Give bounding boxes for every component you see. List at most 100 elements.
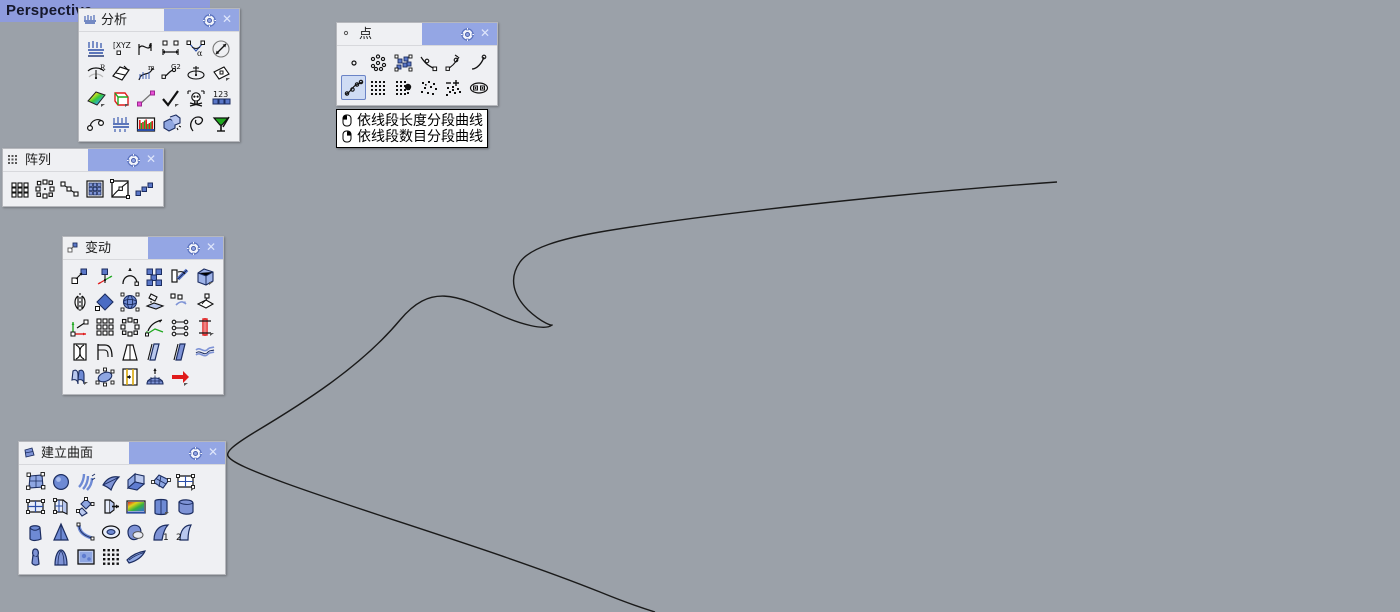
surface-drape-icon[interactable] [123,519,148,544]
orient-icon[interactable] [167,289,192,314]
surface-loft-icon[interactable] [148,494,173,519]
surface-sweep-icon[interactable] [173,494,198,519]
distance-icon[interactable] [133,36,158,61]
box-edit-icon[interactable] [192,264,217,289]
surface-heightfield-icon[interactable] [73,544,98,569]
surface-picture-frame-icon[interactable] [123,494,148,519]
rotate3d-icon[interactable] [167,264,192,289]
point-array-icon[interactable] [366,75,391,100]
surface-plane-3pt-icon[interactable] [173,469,198,494]
draft-angle-icon[interactable] [108,86,133,111]
toolbar-header-actions[interactable]: ✕ [422,23,497,45]
curvature-icon[interactable] [133,61,158,86]
hydrostatics-icon[interactable] [108,111,133,136]
align-icon[interactable] [192,314,217,339]
stretch-icon[interactable] [117,364,142,389]
point-closest-icon[interactable] [416,50,441,75]
toolbar-titlebar[interactable]: 分析 ✕ [79,9,239,32]
histogram-icon[interactable] [133,111,158,136]
array-polar-icon[interactable] [32,176,57,201]
surface-point-icon[interactable] [208,61,233,86]
gear-icon[interactable] [125,152,141,168]
toolbar-analysis[interactable]: 分析 ✕ [78,8,240,142]
surface-edge-curves-icon[interactable] [98,469,123,494]
surface-sweep-rail1-icon[interactable] [148,519,173,544]
orient-perp-icon[interactable] [167,314,192,339]
divide-curve-by-length-icon[interactable] [341,75,366,100]
zebra-analysis-icon[interactable] [83,86,108,111]
orient-on-surface-icon[interactable] [192,289,217,314]
close-icon[interactable]: ✕ [208,446,218,458]
array-linear-icon[interactable] [132,176,157,201]
gear-icon[interactable] [185,240,201,256]
toolbar-points[interactable]: 点 ✕ [336,22,498,106]
surface-sweep-rail2-icon[interactable] [173,519,198,544]
gear-icon[interactable] [459,26,475,42]
cage-edit-icon[interactable] [92,364,117,389]
bend-icon[interactable] [92,339,117,364]
array-along-surface-icon[interactable] [82,176,107,201]
radius-circle-icon[interactable] [208,36,233,61]
toolbar-titlebar[interactable]: 阵列 ✕ [3,149,163,172]
twist-icon[interactable] [67,339,92,364]
angle-icon[interactable] [183,36,208,61]
toolbar-titlebar[interactable]: 建立曲面 ✕ [19,442,225,465]
move-uvn-icon[interactable] [92,264,117,289]
toolbar-header-actions[interactable]: ✕ [129,442,225,464]
edge-analysis-icon[interactable] [133,86,158,111]
surface-corner-points-icon[interactable] [123,469,148,494]
set-axis-icon[interactable] [67,314,92,339]
single-point-icon[interactable] [341,50,366,75]
contour-icon[interactable] [183,111,208,136]
centroid-icon[interactable] [83,111,108,136]
close-icon[interactable]: ✕ [222,13,232,25]
area-icon[interactable] [108,61,133,86]
surface-network-icon[interactable] [148,469,173,494]
point-cloud-icon[interactable] [391,75,416,100]
surface-patch-icon[interactable] [98,519,123,544]
toolbar-titlebar[interactable]: 变动 ✕ [63,237,223,260]
surface-sphere-icon[interactable] [48,469,73,494]
array-along-curve-icon[interactable] [57,176,82,201]
surface-extrude-icon[interactable] [98,494,123,519]
mirror-icon[interactable] [67,289,92,314]
taper-icon[interactable] [117,339,142,364]
shear-icon[interactable] [142,339,167,364]
gear-icon[interactable] [187,445,203,461]
point-end-icon[interactable] [466,50,491,75]
toolbar-titlebar[interactable]: 点 ✕ [337,23,497,46]
rotate-icon[interactable] [117,264,142,289]
copy-icon[interactable] [142,264,167,289]
point-grid-icon[interactable] [391,50,416,75]
smooth-icon[interactable] [167,339,192,364]
extract-icon[interactable] [208,111,233,136]
surface-point-grid-icon[interactable] [98,544,123,569]
curvature-graph-icon[interactable] [83,36,108,61]
toolbar-header-actions[interactable]: ✕ [88,149,163,171]
radius-icon[interactable] [83,61,108,86]
multiple-points-icon[interactable] [366,50,391,75]
move-icon[interactable] [67,264,92,289]
toolbar-header-actions[interactable]: ✕ [148,237,223,259]
gear-icon[interactable] [201,12,217,28]
scale-3d-icon[interactable] [117,289,142,314]
count-objects-icon[interactable] [208,86,233,111]
array-crv-on-srf-icon[interactable] [107,176,132,201]
close-icon[interactable]: ✕ [206,241,216,253]
length-icon[interactable] [158,36,183,61]
boolean-analysis-icon[interactable] [158,111,183,136]
surface-blend-icon[interactable] [23,544,48,569]
bad-object-icon[interactable] [183,86,208,111]
continuity-g2-icon[interactable] [158,61,183,86]
array-radial-icon[interactable] [117,314,142,339]
surface-sweep1-icon[interactable] [73,519,98,544]
surface-hull-icon[interactable] [123,544,148,569]
evaluate-point-xyz-icon[interactable] [108,36,133,61]
close-icon[interactable]: ✕ [480,27,490,39]
soft-edit-icon[interactable] [142,364,167,389]
splop-icon[interactable] [167,364,192,389]
close-icon[interactable]: ✕ [146,153,156,165]
surface-from-points-icon[interactable] [23,469,48,494]
surface-revolve-icon[interactable] [23,519,48,544]
surface-fit-icon[interactable] [73,494,98,519]
